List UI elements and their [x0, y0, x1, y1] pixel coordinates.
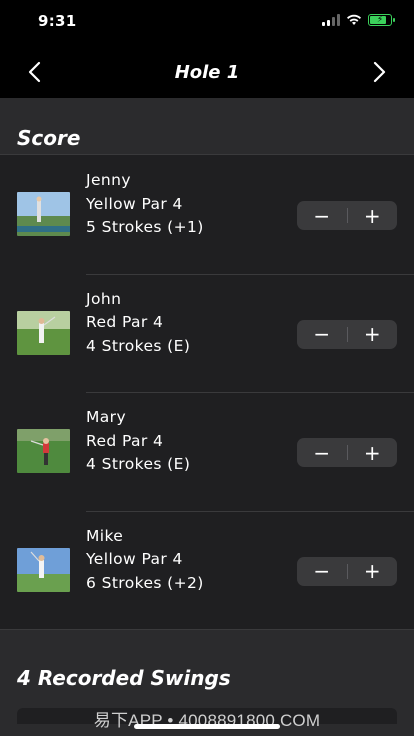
decrement-button[interactable]: −: [297, 557, 347, 586]
chevron-right-icon: [373, 61, 386, 83]
player-tee-par: Yellow Par 4: [86, 550, 183, 568]
decrement-button[interactable]: −: [297, 438, 347, 467]
decrement-button[interactable]: −: [297, 320, 347, 349]
navigation-bar: Hole 1: [0, 44, 414, 98]
player-strokes: 4 Strokes (E): [86, 455, 191, 473]
player-tee-par: Red Par 4: [86, 431, 164, 450]
strokes-stepper[interactable]: − +: [297, 319, 398, 349]
status-bar: 9:31 ⚡: [0, 0, 414, 44]
page-title: Hole 1: [174, 62, 240, 83]
swing-thumbnail[interactable]: [17, 192, 70, 236]
strokes-stepper[interactable]: − +: [297, 556, 398, 586]
player-info: Mike Yellow Par 4 6 Strokes (+2): [86, 525, 204, 596]
strokes-stepper[interactable]: − +: [297, 201, 397, 230]
player-strokes: 4 Strokes (E): [86, 336, 191, 355]
swing-thumbnail[interactable]: [17, 547, 70, 592]
decrement-button[interactable]: −: [297, 201, 347, 230]
next-hole-button[interactable]: [360, 52, 400, 92]
player-strokes: 5 Strokes (+1): [86, 218, 204, 236]
player-row: Jenny Yellow Par 4 5 Strokes (+1) − +: [0, 155, 414, 274]
content-area: Score Jenny Yellow Par 4 5 Strokes (+1) …: [0, 98, 414, 736]
wifi-icon: [347, 14, 361, 25]
score-section-header: Score: [0, 98, 414, 154]
player-row: John Red Par 4 4 Strokes (E) − +: [0, 273, 414, 393]
player-info: John Red Par 4 4 Strokes (E): [86, 288, 190, 359]
score-list: Jenny Yellow Par 4 5 Strokes (+1) − + Jo…: [0, 154, 414, 630]
player-name: Mike: [86, 526, 124, 545]
player-name: Mary: [86, 408, 127, 426]
home-indicator[interactable]: [134, 724, 280, 729]
player-row: Mary Red Par 4 4 Strokes (E) − +: [0, 392, 414, 511]
increment-button[interactable]: +: [348, 320, 398, 349]
status-icons: ⚡: [322, 14, 395, 26]
player-info: Mary Red Par 4 4 Strokes (E): [86, 406, 190, 477]
player-info: Jenny Yellow Par 4 5 Strokes (+1): [86, 169, 204, 240]
swing-thumbnail[interactable]: [17, 429, 70, 473]
swing-thumbnail[interactable]: [17, 310, 70, 355]
player-name: Jenny: [86, 171, 131, 189]
swings-section-title: 4 Recorded Swings: [17, 666, 231, 690]
battery-charging-icon: ⚡: [368, 14, 395, 26]
player-tee-par: Red Par 4: [86, 313, 164, 331]
player-row: Mike Yellow Par 4 6 Strokes (+2) − +: [0, 510, 414, 630]
player-strokes: 6 Strokes (+2): [86, 573, 204, 592]
score-section-title: Score: [17, 126, 81, 150]
player-name: John: [86, 289, 122, 308]
increment-button[interactable]: +: [348, 557, 398, 586]
increment-button[interactable]: +: [348, 201, 398, 230]
swings-section-header: 4 Recorded Swings: [0, 630, 414, 694]
cellular-signal-icon: [322, 14, 340, 26]
strokes-stepper[interactable]: − +: [297, 438, 397, 467]
increment-button[interactable]: +: [348, 438, 398, 467]
status-time: 9:31: [38, 12, 77, 30]
player-tee-par: Yellow Par 4: [86, 194, 183, 213]
